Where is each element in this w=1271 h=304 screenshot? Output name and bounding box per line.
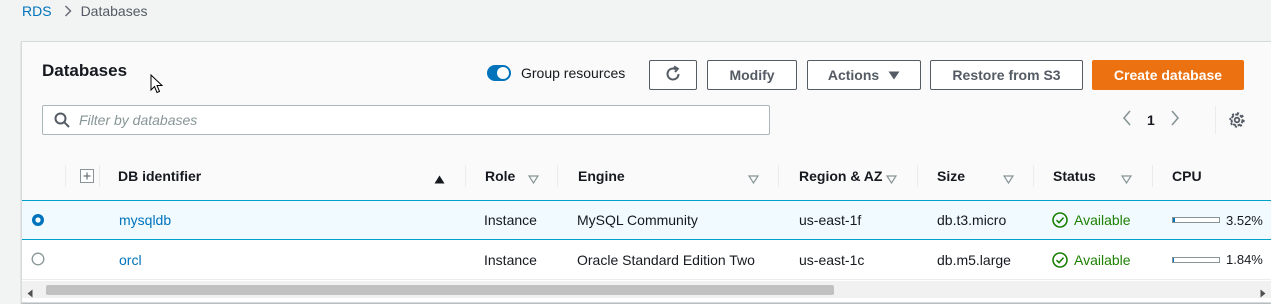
page-title: Databases [42,61,128,80]
chevron-left-icon[interactable] [1122,109,1132,131]
status-text: Available [1074,212,1131,228]
role-cell: Instance [484,251,537,268]
pagination: 1 [1122,109,1180,131]
breadcrumb: RDS Databases [22,2,148,20]
cpu-meter [1172,217,1220,223]
sort-asc-icon[interactable] [434,171,445,189]
column-cpu[interactable]: CPU [1172,152,1202,200]
page-number[interactable]: 1 [1147,112,1155,128]
region-cell: us-east-1c [799,251,865,268]
scroll-right-icon[interactable] [1260,285,1266,303]
column-status[interactable]: Status [1053,152,1096,200]
region-cell: us-east-1f [799,212,862,228]
radio-selected-icon[interactable] [31,213,45,230]
chevron-right-icon[interactable] [1170,109,1180,131]
group-resources-toggle[interactable]: Group resources [487,65,625,81]
cpu-value: 1.84% [1226,252,1263,267]
cpu-meter [1172,256,1220,263]
status-badge: Available [1052,240,1131,279]
cursor-icon [150,73,164,99]
status-text: Available [1074,251,1131,268]
actions-button[interactable]: Actions [807,60,921,90]
sort-icon[interactable] [747,171,760,189]
scroll-left-icon[interactable] [27,285,33,303]
sort-icon[interactable] [527,171,540,189]
toggle-switch[interactable] [487,65,511,81]
cpu-cell: 3.52% [1172,201,1263,239]
sort-icon[interactable] [1120,171,1133,189]
refresh-button[interactable] [649,60,697,90]
check-circle-icon [1052,212,1068,228]
sort-icon[interactable] [1002,171,1015,189]
size-cell: db.m5.large [937,251,1011,268]
table-row[interactable]: mysqldb Instance MySQL Community us-east… [22,200,1271,240]
cpu-fill [1173,218,1175,222]
column-role[interactable]: Role [485,152,515,200]
databases-panel: Databases Group resources Modify Actions… [21,41,1271,303]
group-resources-label: Group resources [521,65,626,81]
engine-cell: Oracle Standard Edition Two [577,251,755,268]
gear-icon[interactable] [1228,111,1246,134]
size-cell: db.t3.micro [937,212,1007,228]
restore-from-s3-button[interactable]: Restore from S3 [930,60,1083,90]
horizontal-scrollbar[interactable] [22,281,1271,298]
caret-down-icon [888,71,900,80]
modify-button[interactable]: Modify [707,60,797,90]
actions-label: Actions [827,67,880,83]
check-circle-icon [1052,251,1068,268]
panel-header [22,42,1271,153]
engine-cell: MySQL Community [577,212,698,228]
cpu-cell: 1.84% [1172,240,1263,279]
radio-icon[interactable] [31,252,45,269]
column-db-identifier[interactable]: DB identifier [118,152,201,200]
breadcrumb-rds-link[interactable]: RDS [22,3,52,19]
role-cell: Instance [484,212,537,228]
divider [1215,106,1216,134]
db-identifier-link[interactable]: orcl [119,240,142,279]
cpu-value: 3.52% [1226,212,1263,228]
table-header: DB identifier Role Engine Region & AZ Si… [22,152,1271,201]
column-engine[interactable]: Engine [578,152,625,200]
cpu-fill [1173,257,1175,262]
scrollbar-thumb[interactable] [46,285,834,295]
table-row[interactable]: orcl Instance Oracle Standard Edition Tw… [22,240,1271,280]
refresh-icon [664,65,682,86]
create-database-button[interactable]: Create database [1092,60,1244,90]
expand-icon[interactable] [80,152,94,200]
column-region-az[interactable]: Region & AZ [799,152,882,200]
status-badge: Available [1052,201,1131,239]
filter-input[interactable] [79,112,739,128]
db-identifier-link[interactable]: mysqldb [119,201,171,239]
breadcrumb-current: Databases [80,3,148,19]
sort-icon[interactable] [885,171,898,189]
filter-field[interactable] [42,105,770,135]
search-icon [54,112,70,128]
chevron-right-icon [64,5,72,17]
column-size[interactable]: Size [937,152,965,200]
